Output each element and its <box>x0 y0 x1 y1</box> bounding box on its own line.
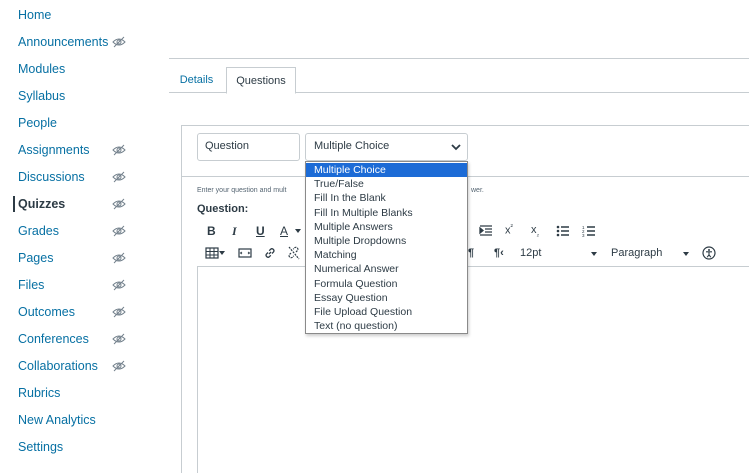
tab-details[interactable]: Details <box>169 67 224 93</box>
dropdown-option[interactable]: File Upload Question <box>306 305 467 319</box>
link-icon[interactable] <box>263 246 277 260</box>
sidebar-item-label: Syllabus <box>18 89 66 103</box>
sidebar-item-label: New Analytics <box>18 413 96 427</box>
sidebar-item-people[interactable]: People <box>0 112 150 134</box>
chevron-down-icon[interactable] <box>682 251 690 257</box>
dropdown-option[interactable]: Fill In the Blank <box>306 191 467 205</box>
sidebar-item-label: Announcements <box>18 35 109 49</box>
sidebar-item-rubrics[interactable]: Rubrics <box>0 382 150 404</box>
hidden-eye-icon <box>112 198 126 210</box>
sidebar-item-label: Settings <box>18 440 64 454</box>
sidebar-item-grades[interactable]: Grades <box>0 220 150 242</box>
svg-text:3: 3 <box>582 233 585 238</box>
sidebar-item-label: Conferences <box>18 332 89 346</box>
sidebar-item-label: Home <box>18 8 52 22</box>
header-divider <box>169 58 749 59</box>
sidebar-item-new-analytics[interactable]: New Analytics <box>0 409 150 431</box>
dropdown-option[interactable]: True/False <box>306 177 467 191</box>
dropdown-option[interactable]: Matching <box>306 248 467 262</box>
dropdown-option[interactable]: Formula Question <box>306 277 467 291</box>
rich-content-editor[interactable] <box>197 266 749 473</box>
hidden-eye-icon <box>112 279 126 291</box>
hidden-eye-icon <box>112 252 126 264</box>
sidebar-item-assignments[interactable]: Assignments <box>0 139 150 161</box>
ltr-button[interactable]: ¶ <box>468 247 474 259</box>
bold-button[interactable]: B <box>207 224 216 238</box>
sidebar-item-label: Pages <box>18 251 54 265</box>
sidebar-item-label: Collaborations <box>18 359 98 373</box>
chevron-down-icon[interactable] <box>590 251 598 257</box>
sidebar-item-syllabus[interactable]: Syllabus <box>0 85 150 107</box>
tab-questions[interactable]: Questions <box>226 67 296 94</box>
bullet-list-icon[interactable] <box>556 224 570 238</box>
dropdown-option[interactable]: Multiple Answers <box>306 220 467 234</box>
block-format-select[interactable]: Paragraph <box>611 247 662 259</box>
sidebar-item-label: Discussions <box>18 170 85 184</box>
italic-button[interactable]: I <box>232 224 237 239</box>
sidebar-item-quizzes[interactable]: Quizzes <box>0 193 150 215</box>
sidebar-item-label: Modules <box>18 62 66 76</box>
question-type-dropdown: Multiple Choice True/False Fill In the Bla… <box>305 161 468 334</box>
text-color-button[interactable]: A <box>280 224 288 238</box>
dropdown-option[interactable]: Fill In Multiple Blanks <box>306 206 467 220</box>
hidden-eye-icon <box>112 306 126 318</box>
sidebar-item-label: Outcomes <box>18 305 75 319</box>
sidebar-item-label: Quizzes <box>18 197 66 211</box>
question-type-select[interactable]: Multiple Choice <box>305 133 468 161</box>
sidebar-item-announcements[interactable]: Announcements <box>0 31 150 53</box>
sidebar-item-files[interactable]: Files <box>0 274 150 296</box>
sidebar-item-label: Rubrics <box>18 386 61 400</box>
question-label: Question: <box>197 203 249 215</box>
rtl-button[interactable]: ¶‹ <box>494 247 504 259</box>
sidebar-item-outcomes[interactable]: Outcomes <box>0 301 150 323</box>
chevron-down-icon[interactable] <box>218 250 226 256</box>
underline-button[interactable]: U <box>256 224 265 238</box>
sidebar-item-discussions[interactable]: Discussions <box>0 166 150 188</box>
dropdown-option[interactable]: Multiple Choice <box>306 163 467 178</box>
hidden-eye-icon <box>112 360 126 372</box>
font-size-select[interactable]: 12pt <box>520 247 541 259</box>
numbered-list-icon[interactable]: 123 <box>582 224 596 238</box>
hidden-eye-icon <box>112 36 126 48</box>
indent-icon[interactable] <box>479 224 493 238</box>
sidebar-item-settings[interactable]: Settings <box>0 436 150 458</box>
course-navigation: Home Announcements Modules Syllabus Peop… <box>0 0 150 473</box>
dropdown-option[interactable]: Multiple Dropdowns <box>306 234 467 248</box>
subscript-button[interactable]: x₂ <box>531 224 539 238</box>
dropdown-option[interactable]: Numerical Answer <box>306 262 467 276</box>
sidebar-item-pages[interactable]: Pages <box>0 247 150 269</box>
quiz-tabs: Details Questions <box>169 67 749 94</box>
table-icon[interactable] <box>205 246 219 260</box>
accessibility-icon[interactable] <box>702 246 716 260</box>
hidden-eye-icon <box>112 333 126 345</box>
sidebar-item-collaborations[interactable]: Collaborations <box>0 355 150 377</box>
dropdown-option[interactable]: Essay Question <box>306 291 467 305</box>
sidebar-item-home[interactable]: Home <box>0 4 150 26</box>
hidden-eye-icon <box>112 144 126 156</box>
hidden-eye-icon <box>112 225 126 237</box>
question-type-value: Multiple Choice <box>314 140 390 152</box>
embed-icon[interactable] <box>238 246 252 260</box>
sidebar-item-label: People <box>18 116 57 130</box>
chevron-down-icon <box>451 144 461 151</box>
hidden-eye-icon <box>112 171 126 183</box>
sidebar-item-label: Grades <box>18 224 59 238</box>
question-instructions-tail: wer. <box>471 187 484 194</box>
sidebar-item-modules[interactable]: Modules <box>0 58 150 80</box>
question-instructions: Enter your question and mult <box>197 187 287 194</box>
dropdown-option[interactable]: Text (no question) <box>306 319 467 333</box>
sidebar-item-label: Files <box>18 278 45 292</box>
unlink-icon[interactable] <box>288 246 300 260</box>
sidebar-item-label: Assignments <box>18 143 90 157</box>
superscript-button[interactable]: x² <box>505 224 513 237</box>
sidebar-item-conferences[interactable]: Conferences <box>0 328 150 350</box>
question-name-input[interactable]: Question <box>197 133 300 161</box>
chevron-down-icon[interactable] <box>294 228 302 234</box>
